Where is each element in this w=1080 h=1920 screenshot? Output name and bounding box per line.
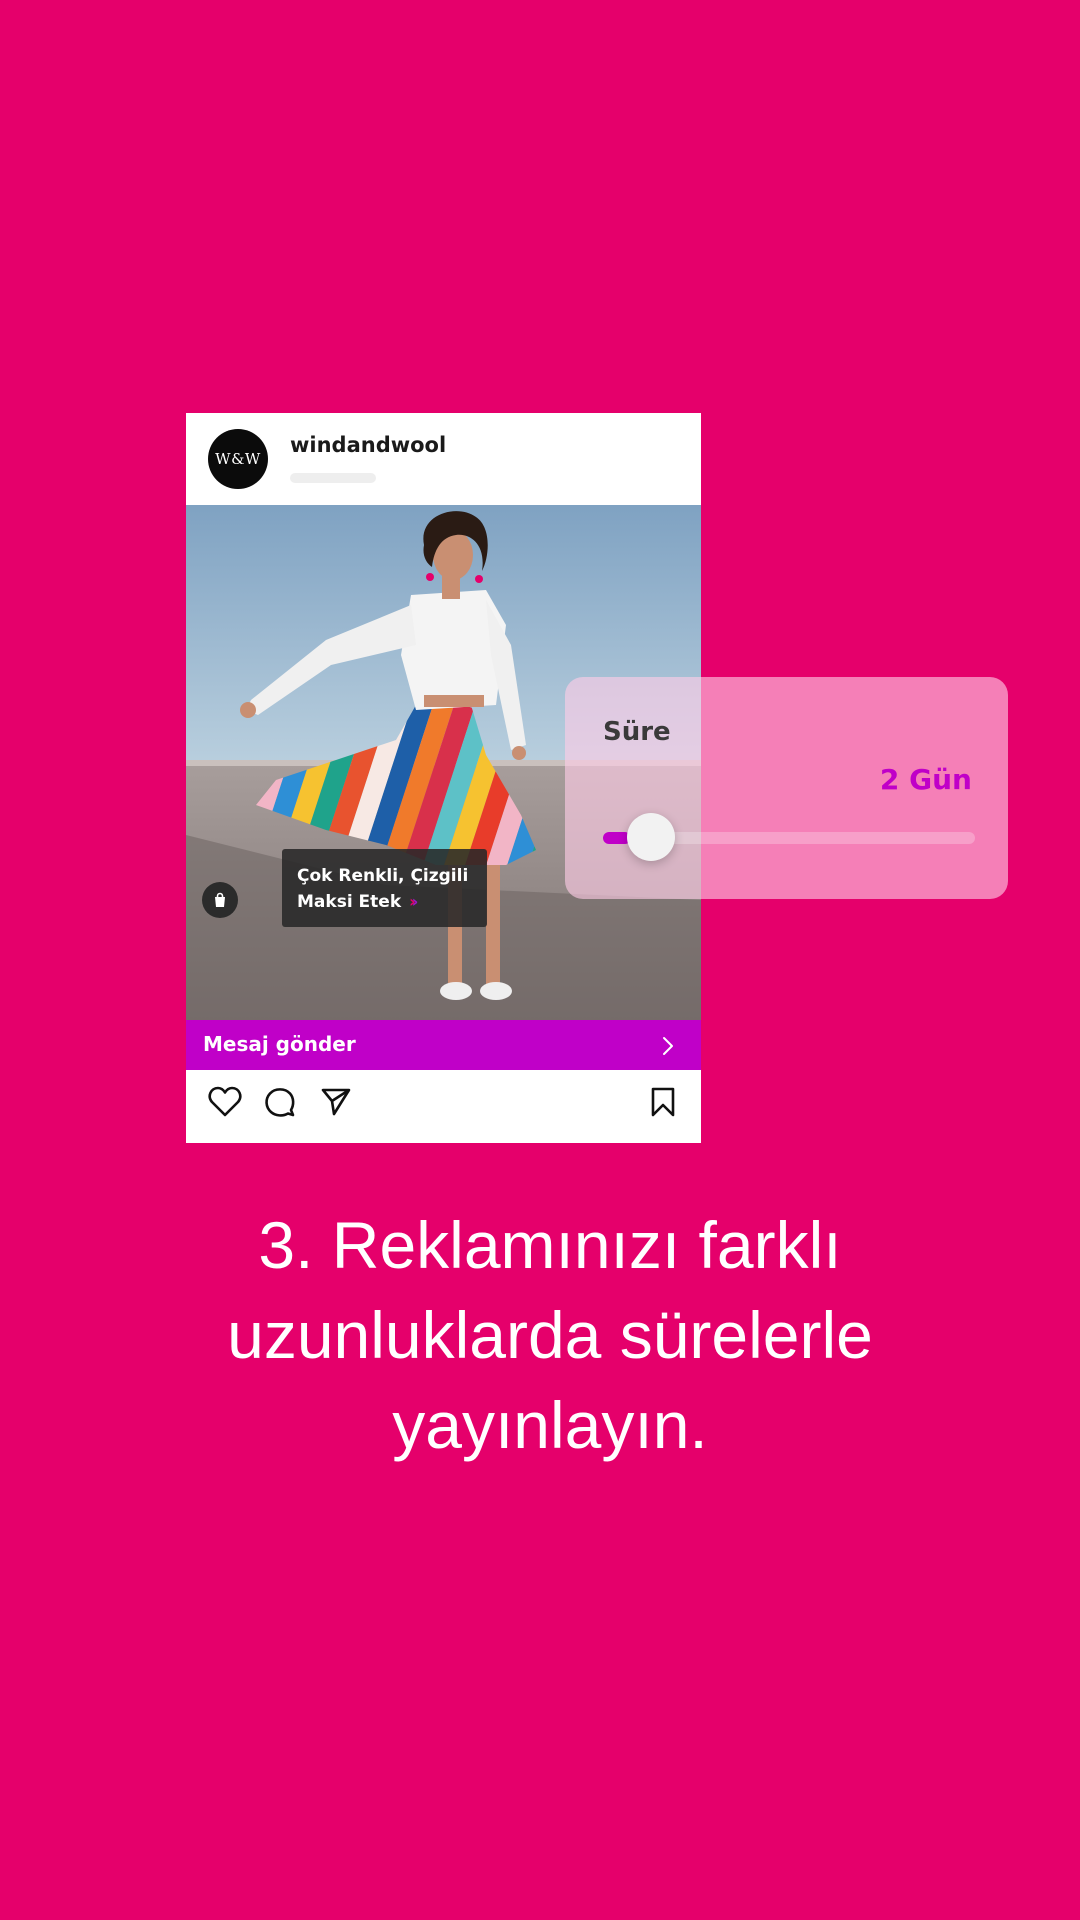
duration-label: Süre	[603, 717, 671, 747]
avatar[interactable]: W&W	[208, 429, 268, 489]
duration-panel: Süre 2 Gün	[565, 677, 1008, 899]
shop-badge[interactable]	[202, 882, 238, 918]
duration-slider[interactable]	[603, 813, 975, 861]
ad-slide: W&W windandwool Mesaj gönder Çok Renkli,…	[0, 0, 1080, 1920]
chevron-right-icon	[663, 1037, 673, 1055]
heart-icon[interactable]	[208, 1086, 242, 1118]
product-tag-line1: Çok Renkli, Çizgili	[297, 866, 469, 886]
comment-icon[interactable]	[264, 1086, 296, 1118]
caption-line2: uzunluklarda sürelerle	[227, 1298, 873, 1372]
username[interactable]: windandwool	[290, 433, 446, 457]
duration-value: 2 Gün	[879, 763, 972, 796]
product-tag[interactable]: Çok Renkli, Çizgili Maksi Etek ››	[282, 849, 487, 927]
slider-thumb[interactable]	[627, 813, 676, 861]
send-message-cta[interactable]: Mesaj gönder	[186, 1020, 701, 1070]
send-icon[interactable]	[320, 1086, 352, 1118]
double-chevron-icon: ››	[409, 892, 418, 911]
bookmark-icon[interactable]	[649, 1086, 677, 1118]
post-header: W&W windandwool	[186, 413, 701, 505]
product-tag-line2: Maksi Etek	[297, 892, 402, 912]
cta-label: Mesaj gönder	[203, 1032, 356, 1056]
caption: 3. Reklamınızı farklı uzunluklarda sürel…	[120, 1200, 980, 1470]
subline-placeholder	[290, 473, 376, 483]
caption-line1: 3. Reklamınızı farklı	[258, 1208, 842, 1282]
caption-line3: yayınlayın.	[392, 1388, 708, 1462]
shopping-bag-icon	[215, 892, 225, 907]
post-actions	[186, 1070, 701, 1143]
